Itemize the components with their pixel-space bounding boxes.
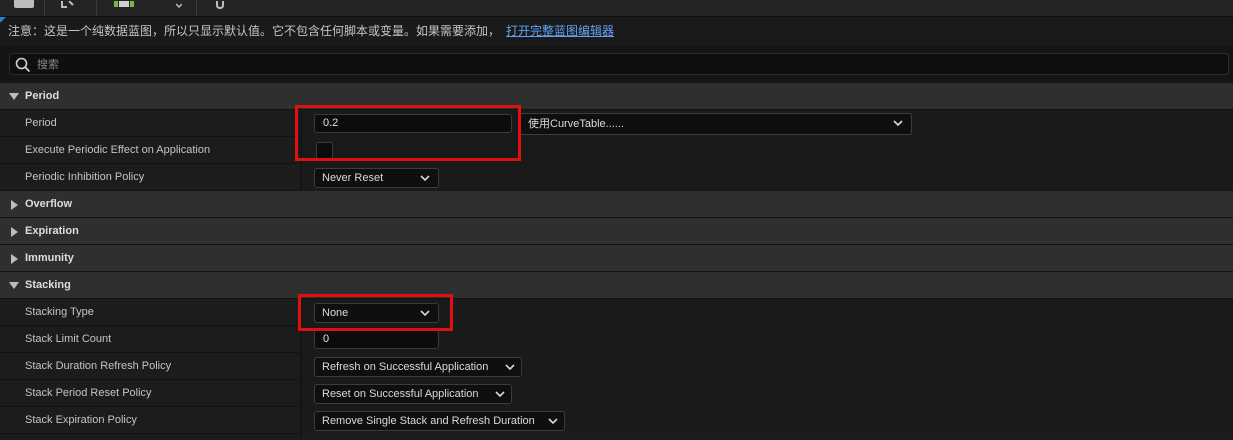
search-input[interactable]: [37, 55, 1217, 73]
category-period[interactable]: Period: [0, 83, 1233, 110]
property-row-stacking-type: Stacking Type None: [0, 299, 1233, 326]
toolbar-separator: [196, 0, 197, 16]
debug-icon[interactable]: [214, 0, 228, 10]
toolbar-dropdown-icon[interactable]: [175, 0, 183, 9]
category-immunity[interactable]: Immunity: [0, 245, 1233, 272]
data-only-blueprint-notice: 注意：这是一个纯数据蓝图，所以只显示默认值。它不包含任何脚本或变量。如果需要添加…: [0, 17, 1233, 46]
details-panel: Period Period 0.2 使用CurveTable...... Exe…: [0, 83, 1233, 440]
notice-text: 注意：这是一个纯数据蓝图，所以只显示默认值。它不包含任何脚本或变量。如果需要添加…: [8, 24, 501, 38]
property-row-stack-period-reset-policy: Stack Period Reset Policy Reset on Succe…: [0, 380, 1233, 407]
property-row-stack-expiration-policy: Stack Expiration Policy Remove Single St…: [0, 407, 1233, 434]
expanded-arrow-icon: [9, 282, 19, 289]
chevron-down-icon: [505, 364, 515, 371]
stack-expiration-policy-dropdown[interactable]: Remove Single Stack and Refresh Duration: [314, 411, 565, 431]
property-value: 0.2 使用CurveTable......: [302, 110, 1233, 137]
property-row-execute-periodic-effect: Execute Periodic Effect on Application: [0, 137, 1233, 164]
property-name: Stack Limit Count: [25, 333, 112, 345]
browse-icon[interactable]: [60, 0, 76, 8]
toolbar-separator: [96, 0, 97, 16]
stack-duration-refresh-policy-dropdown[interactable]: Refresh on Successful Application: [314, 357, 522, 377]
stack-period-reset-policy-dropdown[interactable]: Reset on Successful Application: [314, 384, 512, 404]
expanded-arrow-icon: [9, 93, 19, 100]
dropdown-value: Never Reset: [322, 172, 384, 184]
property-row-partial: [0, 434, 1233, 440]
property-value: Never Reset: [302, 164, 1233, 191]
property-name: Stack Period Reset Policy: [25, 387, 152, 399]
property-row-stack-duration-refresh-policy: Stack Duration Refresh Policy Refresh on…: [0, 353, 1233, 380]
category-expiration[interactable]: Expiration: [0, 218, 1233, 245]
collapsed-arrow-icon: [11, 200, 18, 210]
collapsed-arrow-icon: [11, 254, 18, 264]
category-stacking[interactable]: Stacking: [0, 272, 1233, 299]
period-input[interactable]: 0.2: [314, 114, 512, 133]
search-icon: [15, 57, 31, 73]
corner-marker: [0, 17, 6, 23]
property-row-period: Period 0.2 使用CurveTable......: [0, 110, 1233, 137]
property-value: Reset on Successful Application: [302, 380, 1233, 407]
property-name: Stack Expiration Policy: [25, 414, 137, 426]
dropdown-value: Refresh on Successful Application: [322, 361, 489, 373]
category-title: Overflow: [25, 198, 73, 210]
property-name: Stack Duration Refresh Policy: [25, 360, 172, 372]
column-splitter: [300, 434, 302, 440]
blueprint-class-icon[interactable]: [114, 0, 134, 8]
toolbar: [0, 0, 1233, 17]
property-value: None: [302, 299, 1233, 326]
property-value: [302, 137, 1233, 164]
property-row-periodic-inhibition-policy: Periodic Inhibition Policy Never Reset: [0, 164, 1233, 191]
property-name: Periodic Inhibition Policy: [25, 171, 145, 183]
dropdown-value: Remove Single Stack and Refresh Duration: [322, 415, 535, 427]
collapsed-arrow-icon: [11, 227, 18, 237]
property-name: Execute Periodic Effect on Application: [25, 144, 211, 156]
property-name: Stacking Type: [25, 306, 94, 318]
chevron-down-icon: [548, 418, 558, 425]
dropdown-value: None: [322, 307, 349, 319]
category-title: Immunity: [25, 252, 74, 264]
curve-table-label: 使用CurveTable......: [528, 118, 624, 130]
category-title: Expiration: [25, 225, 79, 237]
chevron-down-icon: [495, 391, 505, 398]
category-title: Period: [25, 90, 60, 102]
chevron-down-icon: [420, 175, 430, 182]
curve-table-dropdown[interactable]: 使用CurveTable......: [520, 113, 912, 135]
property-value: Refresh on Successful Application: [302, 353, 1233, 380]
chevron-down-icon: [893, 120, 903, 127]
details-search-box[interactable]: [9, 53, 1229, 75]
toolbar-separator: [44, 0, 45, 16]
periodic-inhibition-policy-dropdown[interactable]: Never Reset: [314, 168, 439, 188]
execute-periodic-effect-checkbox[interactable]: [316, 142, 333, 159]
property-row-stack-limit-count: Stack Limit Count 0: [0, 326, 1233, 353]
save-icon[interactable]: [14, 0, 34, 8]
stack-limit-count-input[interactable]: 0: [314, 330, 439, 349]
property-value: Remove Single Stack and Refresh Duration: [302, 407, 1233, 434]
property-name: Period: [25, 117, 57, 129]
category-title: Stacking: [25, 279, 71, 291]
property-value: 0: [302, 326, 1233, 353]
category-overflow[interactable]: Overflow: [0, 191, 1233, 218]
dropdown-value: Reset on Successful Application: [322, 388, 479, 400]
stacking-type-dropdown[interactable]: None: [314, 303, 439, 323]
open-full-blueprint-editor-link[interactable]: 打开完整蓝图编辑器: [506, 24, 614, 38]
chevron-down-icon: [420, 310, 430, 317]
